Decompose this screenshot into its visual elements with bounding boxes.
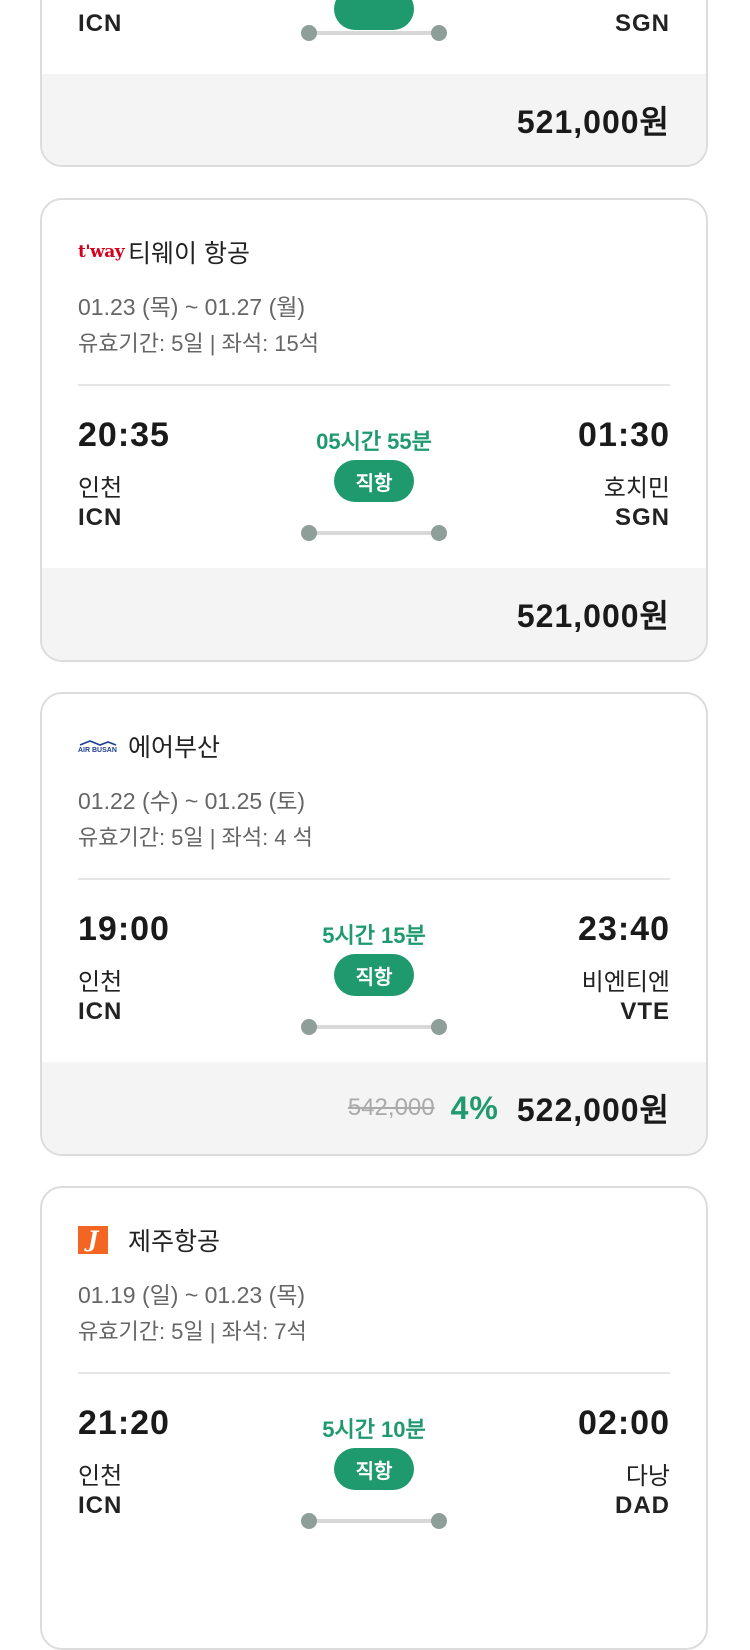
airline-name: 티웨이 항공 — [128, 240, 250, 268]
discount-rate: 4% — [450, 1089, 499, 1126]
flight-card[interactable]: ICN SGN 521,000원 — [40, 0, 708, 167]
travel-dates: 01.19 (일) ~ 01.23 (목) — [78, 1282, 306, 1308]
flight-card[interactable]: t'way 티웨이 항공 01.23 (목) ~ 01.27 (월) 유효기간:… — [40, 198, 708, 662]
airbusan-logo-icon: AIR BUSAN — [78, 731, 118, 761]
airline-logo-text: t'way — [78, 242, 125, 262]
arrival-dot — [431, 525, 447, 541]
validity-seats: 유효기간: 5일 | 좌석: 7석 — [78, 1319, 307, 1344]
flight-card[interactable]: J 제주항공 01.19 (일) ~ 01.23 (목) 유효기간: 5일 | … — [40, 1186, 708, 1650]
arrival-time: 23:40 — [578, 910, 670, 948]
arrival-code: SGN — [614, 10, 670, 37]
original-price: 542,000 — [347, 1094, 435, 1121]
airline-logo-text: J — [78, 1226, 108, 1254]
flight-card[interactable]: AIR BUSAN 에어부산 01.22 (수) ~ 01.25 (토) 유효기… — [40, 692, 708, 1156]
arrival-city: 호치민 — [603, 475, 670, 502]
divider — [78, 878, 670, 880]
departure-dot — [301, 1513, 317, 1529]
direct-flight-badge: 직항 — [334, 460, 414, 502]
route-line — [301, 1019, 447, 1035]
travel-dates: 01.23 (목) ~ 01.27 (월) — [78, 294, 306, 320]
arrival-code: DAD — [615, 1492, 670, 1519]
validity-seats: 유효기간: 5일 | 좌석: 15석 — [78, 331, 320, 356]
airline-name: 제주항공 — [128, 1228, 221, 1256]
airline-name: 에어부산 — [128, 734, 221, 762]
departure-code: ICN — [78, 998, 123, 1025]
direct-flight-badge: 직항 — [334, 954, 414, 996]
price-bar: 542,000 4% 522,000원 — [42, 1062, 706, 1154]
price: 521,000원 — [516, 598, 670, 634]
departure-dot — [301, 525, 317, 541]
arrival-dot — [431, 25, 447, 41]
arrival-city: 비엔티엔 — [581, 969, 670, 996]
divider — [78, 1372, 670, 1374]
arrival-dot — [431, 1513, 447, 1529]
arrival-time: 02:00 — [578, 1404, 670, 1442]
divider — [78, 384, 670, 386]
arrival-dot — [431, 1019, 447, 1035]
route-line — [301, 25, 447, 41]
departure-city: 인천 — [78, 475, 123, 502]
departure-code: ICN — [78, 10, 123, 37]
direct-flight-badge: 직항 — [334, 1448, 414, 1490]
price-bar: 521,000원 — [42, 74, 706, 165]
jejuair-logo-icon: J — [78, 1225, 118, 1255]
arrival-city: 다낭 — [625, 1463, 670, 1490]
validity-seats: 유효기간: 5일 | 좌석: 4 석 — [78, 825, 313, 850]
arrival-time: 01:30 — [578, 416, 670, 454]
travel-dates: 01.22 (수) ~ 01.25 (토) — [78, 788, 306, 814]
departure-city: 인천 — [78, 969, 123, 996]
airline-row: J 제주항공 — [78, 1222, 220, 1258]
price: 522,000원 — [516, 1092, 670, 1128]
departure-dot — [301, 1019, 317, 1035]
route-line — [301, 525, 447, 541]
departure-code: ICN — [78, 504, 123, 531]
airline-row: t'way 티웨이 항공 — [78, 234, 250, 270]
tway-logo-icon: t'way — [78, 237, 125, 267]
departure-code: ICN — [78, 1492, 123, 1519]
route-line — [301, 1513, 447, 1529]
departure-city: 인천 — [78, 1463, 123, 1490]
price: 521,000원 — [516, 104, 670, 140]
price-bar: 521,000원 — [42, 568, 706, 660]
airline-logo-text: AIR BUSAN — [78, 746, 117, 754]
arrival-code: SGN — [614, 504, 670, 531]
arrival-code: VTE — [620, 998, 670, 1025]
airline-row: AIR BUSAN 에어부산 — [78, 728, 220, 764]
wing-icon — [79, 739, 117, 746]
departure-dot — [301, 25, 317, 41]
